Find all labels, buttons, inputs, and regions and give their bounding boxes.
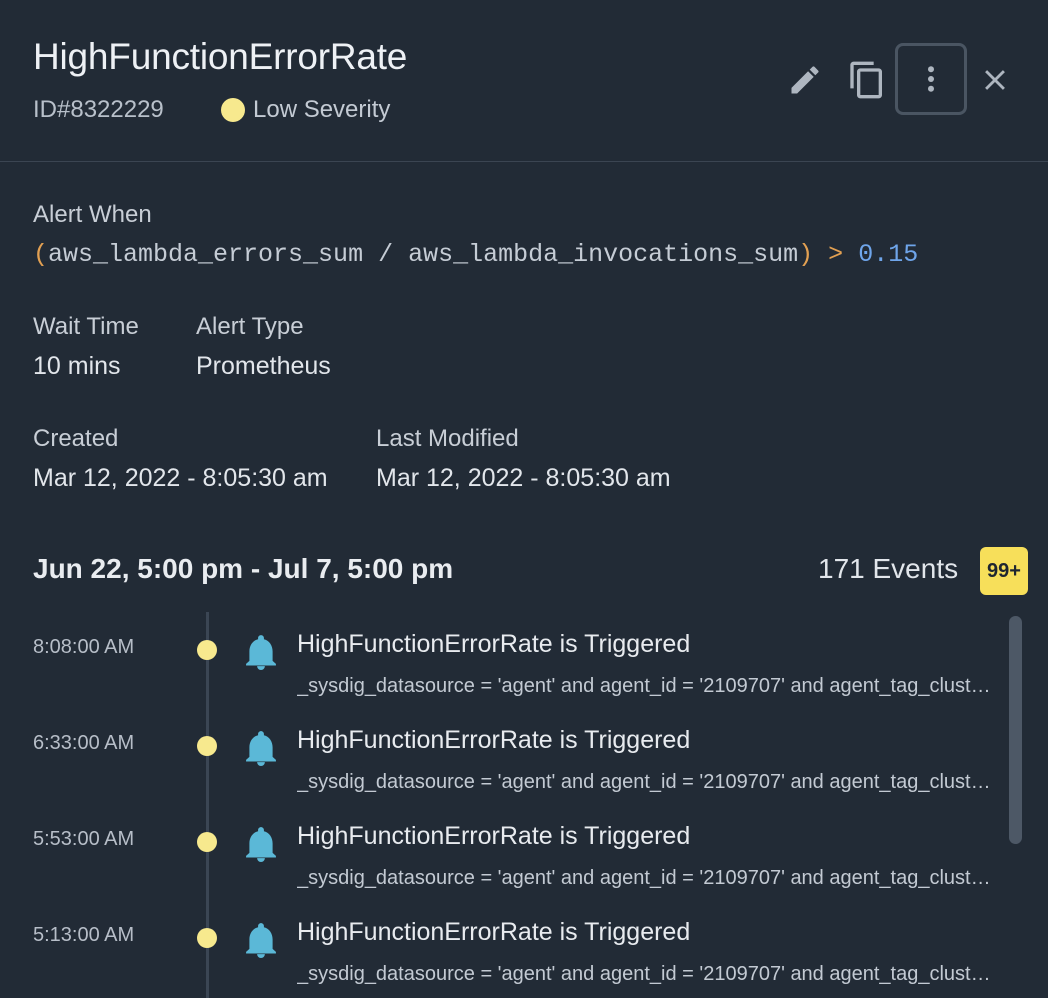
created-label: Created (33, 425, 119, 452)
bell-icon (245, 826, 277, 862)
query-threshold: 0.15 (858, 240, 919, 269)
alert-title: HighFunctionErrorRate (33, 36, 408, 77)
alert-id: ID#8322229 (33, 96, 164, 123)
last-modified-label: Last Modified (376, 425, 519, 452)
severity-dot-icon (197, 832, 217, 852)
events-date-range: Jun 22, 5:00 pm - Jul 7, 5:00 pm (33, 553, 454, 584)
event-description: _sysdig_datasource = 'agent' and agent_i… (297, 675, 997, 697)
severity-dot-icon (197, 928, 217, 948)
event-row[interactable]: 6:33:00 AM HighFunctionErrorRate is Trig… (0, 716, 1000, 812)
alert-when-label: Alert When (33, 201, 152, 228)
copy-icon (850, 61, 882, 99)
query-expression: aws_lambda_errors_sum / aws_lambda_invoc… (48, 240, 799, 269)
close-icon (985, 70, 1005, 90)
event-time: 8:08:00 AM (33, 636, 135, 658)
event-row[interactable]: 8:08:00 AM HighFunctionErrorRate is Trig… (0, 620, 1000, 716)
event-title: HighFunctionErrorRate is Triggered (297, 726, 691, 754)
query-open-paren: ( (33, 240, 49, 269)
alert-query: (aws_lambda_errors_sum / aws_lambda_invo… (33, 240, 918, 269)
bell-icon (245, 730, 277, 766)
bell-icon (245, 922, 277, 958)
event-description: _sysdig_datasource = 'agent' and agent_i… (297, 867, 997, 889)
more-vertical-icon (928, 66, 934, 92)
bell-icon (245, 634, 277, 670)
wait-time-value: 10 mins (33, 352, 121, 380)
panel-header: HighFunctionErrorRate ID#8322229 Low Sev… (0, 0, 1048, 162)
more-options-button[interactable] (895, 43, 967, 115)
event-row[interactable]: 5:13:00 AM HighFunctionErrorRate is Trig… (0, 908, 1000, 998)
alert-type-value: Prometheus (196, 352, 331, 380)
event-title: HighFunctionErrorRate is Triggered (297, 630, 691, 658)
alert-detail-panel: HighFunctionErrorRate ID#8322229 Low Sev… (0, 0, 1048, 998)
query-operator: > (828, 240, 844, 269)
events-count-badge: 99+ (980, 547, 1028, 595)
events-scrollbar-thumb[interactable] (1009, 616, 1022, 844)
event-description: _sysdig_datasource = 'agent' and agent_i… (297, 771, 997, 793)
severity-label: Low Severity (253, 96, 391, 123)
severity-indicator: Low Severity (221, 96, 390, 124)
alert-type-label: Alert Type (196, 313, 304, 340)
query-close-paren: ) (798, 240, 814, 269)
event-time: 6:33:00 AM (33, 732, 135, 754)
pencil-icon (791, 66, 819, 94)
severity-dot-icon (221, 98, 245, 122)
severity-dot-icon (197, 736, 217, 756)
last-modified-value: Mar 12, 2022 - 8:05:30 am (376, 464, 671, 492)
severity-dot-icon (197, 640, 217, 660)
event-time: 5:53:00 AM (33, 828, 135, 850)
created-value: Mar 12, 2022 - 8:05:30 am (33, 464, 328, 492)
events-count: 171 Events (818, 553, 959, 584)
event-description: _sysdig_datasource = 'agent' and agent_i… (297, 963, 997, 985)
event-title: HighFunctionErrorRate is Triggered (297, 918, 691, 946)
event-row[interactable]: 5:53:00 AM HighFunctionErrorRate is Trig… (0, 812, 1000, 908)
close-button[interactable] (960, 45, 1030, 115)
edit-button[interactable] (770, 45, 840, 115)
event-time: 5:13:00 AM (33, 924, 135, 946)
wait-time-label: Wait Time (33, 313, 139, 340)
duplicate-button[interactable] (832, 45, 902, 115)
event-title: HighFunctionErrorRate is Triggered (297, 822, 691, 850)
